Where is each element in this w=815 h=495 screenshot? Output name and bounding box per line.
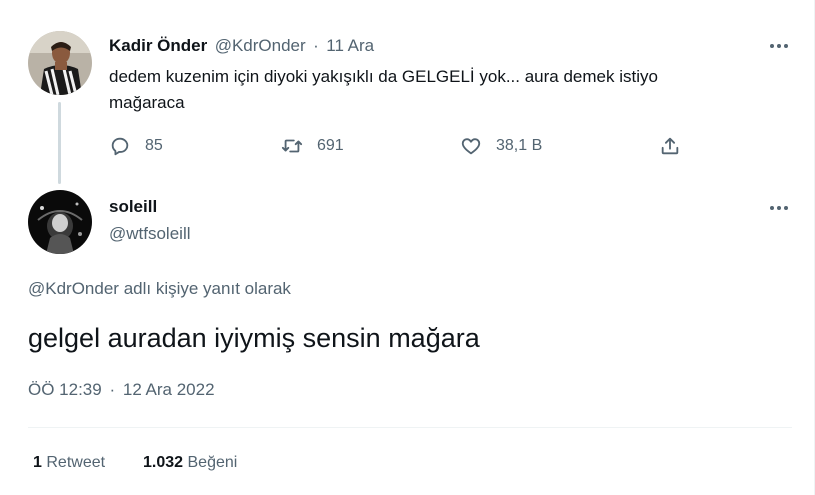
tweet-date[interactable]: 11 Ara bbox=[326, 36, 374, 55]
parent-tweet-text: dedem kuzenim için diyoki yakışıklı da G… bbox=[109, 64, 789, 116]
author-name[interactable]: Kadir Önder bbox=[109, 36, 207, 55]
more-options-button[interactable] bbox=[767, 36, 791, 56]
likes-stat[interactable]: 1.032 Beğeni bbox=[143, 454, 237, 472]
like-button[interactable]: 38,1 B bbox=[460, 133, 542, 159]
reply-more-options-button[interactable] bbox=[767, 198, 791, 218]
reply-tweet-text: gelgel auradan iyiymiş sensin mağara bbox=[28, 323, 480, 353]
replying-to-label: adlı kişiye yanıt olarak bbox=[118, 279, 291, 298]
avatar-soleill[interactable] bbox=[28, 190, 92, 254]
more-icon bbox=[770, 206, 774, 210]
author-handle[interactable]: @KdrOnder bbox=[215, 36, 306, 55]
parent-tweet-header: Kadir Önder @KdrOnder · 11 Ara bbox=[109, 36, 374, 56]
reply-count: 85 bbox=[145, 137, 163, 154]
tweet-text-line: dedem kuzenim için diyoki yakışıklı da G… bbox=[109, 67, 658, 86]
timestamp-separator: · bbox=[109, 380, 116, 399]
like-count: 38,1 B bbox=[496, 137, 543, 154]
more-icon bbox=[770, 44, 774, 48]
retweet-icon bbox=[281, 139, 303, 153]
reply-timestamp: ÖÖ 12:39 · 12 Ara 2022 bbox=[28, 380, 215, 400]
retweet-total: 1 bbox=[33, 454, 42, 471]
share-button[interactable] bbox=[659, 133, 681, 159]
reply-author-name[interactable]: soleill bbox=[109, 197, 157, 217]
thread-connector-line bbox=[58, 102, 61, 184]
header-separator: · bbox=[313, 36, 319, 55]
tweet-text-line: mağaraca bbox=[109, 93, 185, 112]
heart-icon bbox=[461, 138, 481, 155]
tweet-full-date[interactable]: 12 Ara 2022 bbox=[123, 380, 215, 399]
avatar-kadir-onder[interactable] bbox=[28, 31, 92, 95]
retweet-button[interactable]: 691 bbox=[281, 133, 344, 159]
retweet-label: Retweet bbox=[46, 454, 106, 471]
divider bbox=[28, 427, 792, 428]
like-total: 1.032 bbox=[143, 454, 184, 471]
tweet-thread-card: Kadir Önder @KdrOnder · 11 Ara dedem kuz… bbox=[0, 0, 815, 495]
tweet-time[interactable]: ÖÖ 12:39 bbox=[28, 380, 102, 399]
share-icon bbox=[661, 137, 679, 155]
retweets-stat[interactable]: 1 Retweet bbox=[33, 454, 105, 472]
reply-button[interactable]: 85 bbox=[109, 133, 163, 159]
reply-icon bbox=[111, 137, 129, 156]
retweet-count: 691 bbox=[317, 137, 344, 154]
reply-author-handle[interactable]: @wtfsoleill bbox=[109, 224, 191, 244]
like-label: Beğeni bbox=[187, 454, 238, 471]
replying-to-handle[interactable]: @KdrOnder bbox=[28, 279, 119, 298]
replying-to: @KdrOnder adlı kişiye yanıt olarak bbox=[28, 279, 291, 299]
